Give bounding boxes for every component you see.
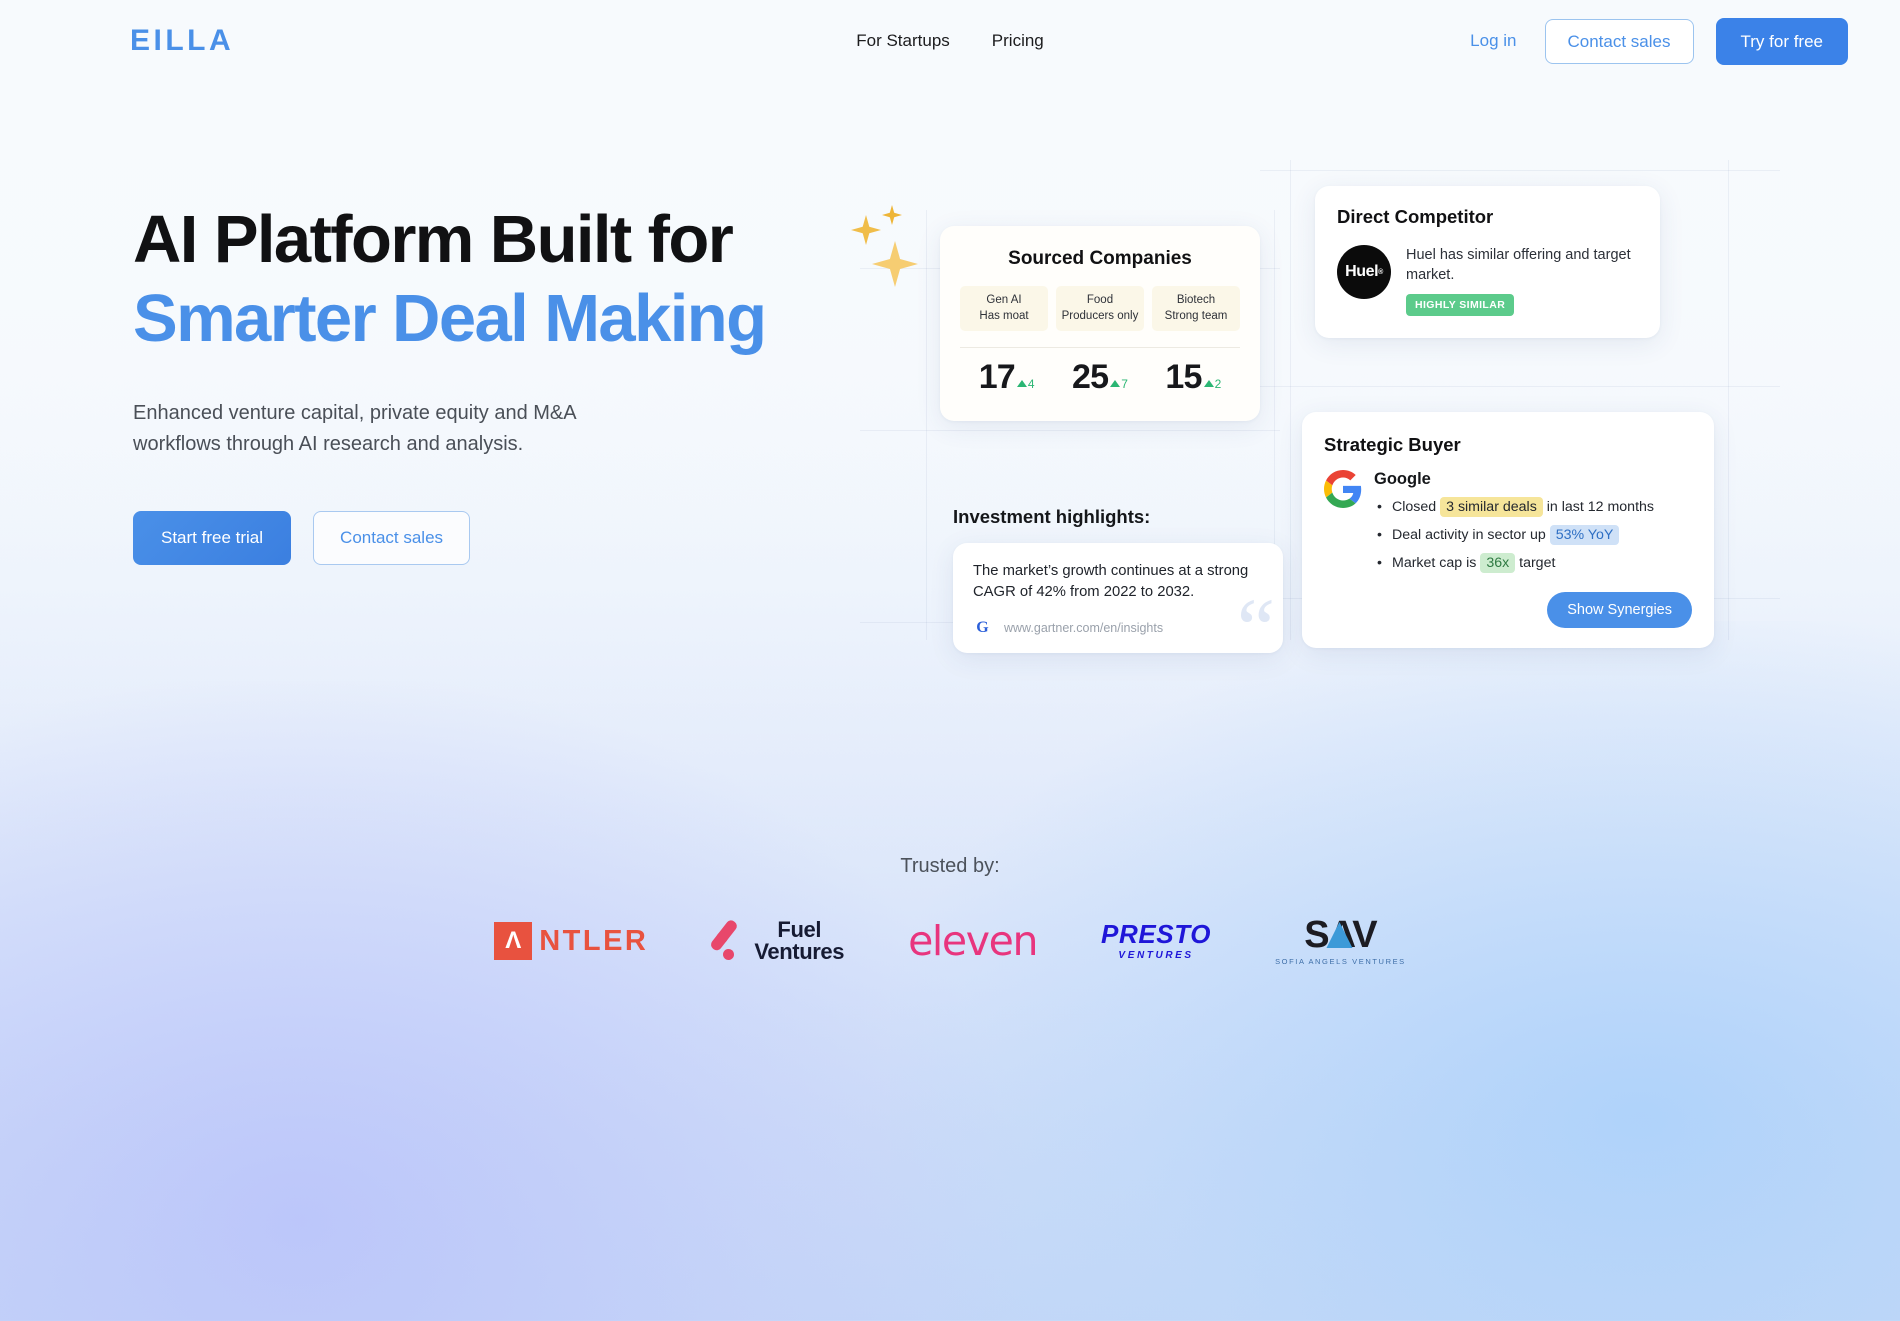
sav-wordmark: SAV — [1275, 916, 1406, 954]
page-title: AI Platform Built for Smarter Deal Makin… — [133, 200, 840, 358]
background-left-wash — [0, 681, 1020, 1321]
presto-wordmark: PRESTO — [1101, 919, 1212, 949]
eleven-wordmark: eleven — [908, 917, 1038, 965]
antler-mark-glyph: Λ — [505, 927, 522, 954]
antler-mark-icon: Λ — [494, 922, 533, 960]
try-for-free-button[interactable]: Try for free — [1715, 17, 1848, 65]
hero-subtitle: Enhanced venture capital, private equity… — [133, 402, 576, 456]
logo-sofia-angels-ventures: SAV SOFIA ANGELS VENTURES — [1275, 916, 1406, 966]
trusted-by-section: Trusted by: Λ NTLER Fuel Ventures eleven… — [0, 855, 1900, 966]
fuel-ventures-line-2: Ventures — [754, 939, 845, 964]
contact-sales-button-hero[interactable]: Contact sales — [313, 511, 471, 566]
contact-sales-button-header[interactable]: Contact sales — [1544, 18, 1694, 64]
logo-eleven: eleven — [908, 917, 1038, 965]
investment-quote: The market’s growth continues at a stron… — [973, 563, 1249, 600]
hero-cta-group: Start free trial Contact sales — [133, 511, 840, 566]
sav-subtitle: SOFIA ANGELS VENTURES — [1275, 957, 1406, 966]
main-navigation: For Startups Pricing — [856, 31, 1044, 51]
login-link[interactable]: Log in — [1464, 27, 1522, 55]
brand-logo[interactable]: EILLA — [130, 26, 234, 56]
fuel-ventures-wordmark: Fuel Ventures — [754, 916, 845, 964]
fuel-ventures-line-1: Fuel — [777, 916, 822, 942]
header-actions: Log in Contact sales Try for free — [1464, 17, 1848, 65]
nav-item-pricing[interactable]: Pricing — [992, 31, 1044, 51]
sav-wing-icon — [1326, 922, 1353, 948]
investment-source[interactable]: G www.gartner.com/en/insights — [973, 618, 1263, 637]
site-header: EILLA For Startups Pricing Log in Contac… — [0, 0, 1900, 82]
nav-item-for-startups[interactable]: For Startups — [856, 31, 950, 51]
hero-title-line-1: AI Platform Built for — [133, 202, 734, 277]
gartner-icon: G — [976, 618, 989, 636]
logo-fuel-ventures: Fuel Ventures — [709, 916, 845, 964]
trusted-by-logos: Λ NTLER Fuel Ventures eleven PRESTO VENT… — [0, 916, 1900, 966]
antler-wordmark: NTLER — [539, 924, 649, 957]
show-synergies-button[interactable]: Show Synergies — [1547, 591, 1692, 628]
hero-section: AI Platform Built for Smarter Deal Makin… — [0, 82, 1900, 566]
trusted-by-label: Trusted by: — [900, 855, 1000, 877]
hero-title-line-2: Smarter Deal Making — [133, 281, 767, 357]
logo-presto-ventures: PRESTO VENTURES — [1101, 921, 1211, 961]
logo-antler: Λ NTLER — [494, 922, 648, 960]
start-free-trial-button[interactable]: Start free trial — [133, 511, 292, 566]
hero-copy: AI Platform Built for Smarter Deal Makin… — [0, 200, 840, 566]
fuel-ventures-mark-icon — [709, 918, 744, 963]
presto-subtitle: VENTURES — [1118, 950, 1194, 961]
investment-source-url[interactable]: www.gartner.com/en/insights — [1004, 621, 1163, 635]
